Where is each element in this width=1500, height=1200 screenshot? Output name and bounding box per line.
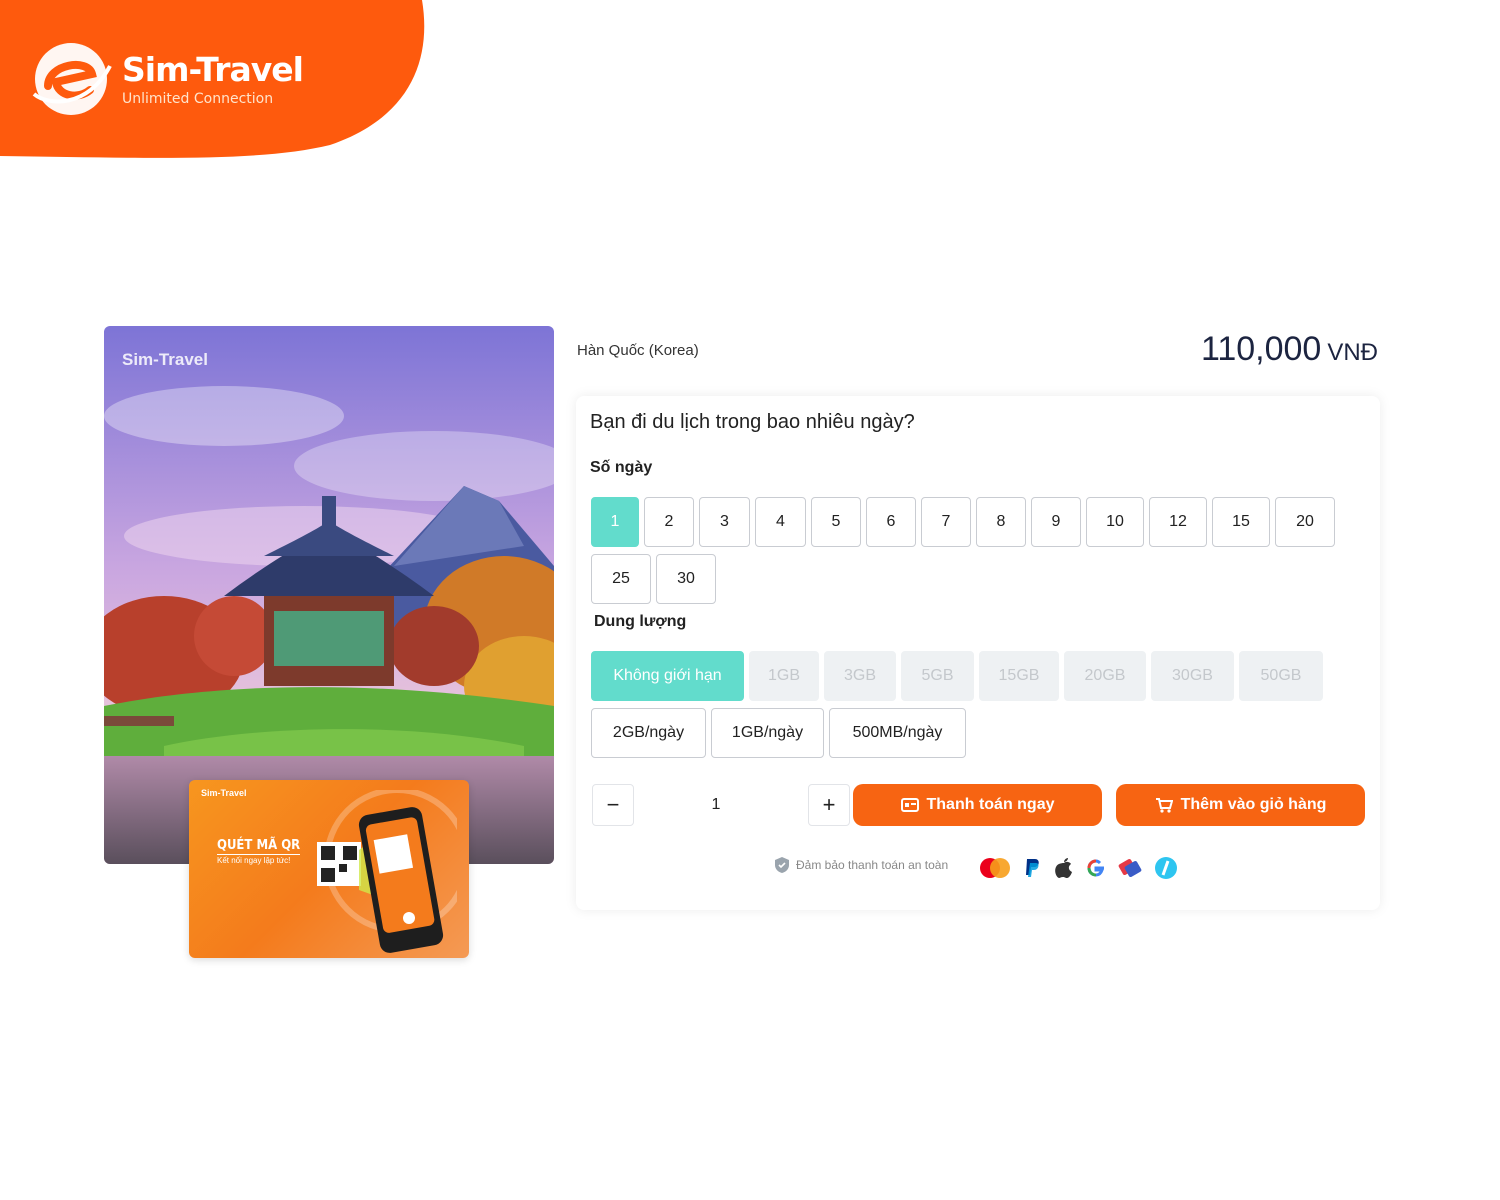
data-option-15gb[interactable]: 15GB (979, 651, 1059, 701)
quantity-decrease-button[interactable]: − (592, 784, 634, 826)
day-option-6[interactable]: 6 (866, 497, 916, 547)
quantity-increase-button[interactable]: + (808, 784, 850, 826)
day-option-12[interactable]: 12 (1149, 497, 1207, 547)
data-option-50gb[interactable]: 50GB (1239, 651, 1323, 701)
day-option-10[interactable]: 10 (1086, 497, 1144, 547)
shield-icon (775, 857, 789, 873)
payment-card-icon (900, 798, 919, 812)
qr-card-subtitle: Kết nối ngay lập tức! (217, 856, 291, 865)
data-option-3gb[interactable]: 3GB (824, 651, 896, 701)
data-option-5gb[interactable]: 5GB (901, 651, 974, 701)
add-to-cart-label: Thêm vào giỏ hàng (1180, 796, 1327, 813)
qr-card-logo: Sim-Travel (201, 788, 247, 798)
day-option-8[interactable]: 8 (976, 497, 1026, 547)
card-icon (1118, 859, 1142, 877)
day-option-30[interactable]: 30 (656, 554, 716, 604)
daily-option-1gb[interactable]: 1GB/ngày (711, 708, 824, 758)
phone-qr-icon (317, 790, 457, 953)
day-option-1[interactable]: 1 (591, 497, 639, 547)
day-option-7[interactable]: 7 (921, 497, 971, 547)
data-option-30gb[interactable]: 30GB (1151, 651, 1234, 701)
google-icon (1087, 859, 1105, 877)
daily-option-500mb[interactable]: 500MB/ngày (829, 708, 966, 758)
price-amount: 110,000 (1200, 330, 1322, 368)
paypal-icon (1026, 859, 1039, 877)
brand-name: Sim-Travel (122, 50, 304, 89)
qr-promo-card: Sim-Travel QUÉT MÃ QR Kết nối ngay lập t… (189, 780, 469, 958)
day-option-9[interactable]: 9 (1031, 497, 1081, 547)
price-currency: VNĐ (1327, 339, 1378, 366)
brand-tagline: Unlimited Connection (122, 91, 274, 107)
data-option-1gb[interactable]: 1GB (749, 651, 819, 701)
quantity-value[interactable]: 1 (686, 796, 746, 814)
hero-watermark-logo: Sim-Travel (122, 350, 208, 370)
day-option-25[interactable]: 25 (591, 554, 651, 604)
add-to-cart-button[interactable]: Thêm vào giỏ hàng (1116, 784, 1365, 826)
day-option-15[interactable]: 15 (1212, 497, 1270, 547)
data-option-unlimited[interactable]: Không giới hạn (591, 651, 744, 701)
secure-payment-notice: Đảm bảo thanh toán an toàn (774, 856, 948, 874)
data-label: Dung lượng (594, 613, 687, 630)
logo-e-icon (32, 43, 112, 115)
product-price: 110,000 VNĐ (1201, 330, 1378, 369)
pay-now-label: Thanh toán ngay (926, 796, 1055, 813)
secure-payment-text: Đảm bảo thanh toán an toàn (796, 858, 949, 872)
mastercard-icon (980, 858, 1010, 878)
daily-option-2gb[interactable]: 2GB/ngày (591, 708, 706, 758)
days-label: Số ngày (590, 459, 653, 476)
product-country: Hàn Quốc (Korea) (577, 342, 699, 359)
cart-icon (1155, 798, 1173, 813)
data-option-20gb[interactable]: 20GB (1064, 651, 1146, 701)
apple-icon (1055, 858, 1072, 878)
brand-logo[interactable]: Sim-Travel Unlimited Connection (28, 36, 304, 122)
pay-now-button[interactable]: Thanh toán ngay (853, 784, 1102, 826)
day-option-4[interactable]: 4 (755, 497, 806, 547)
hero-logo-name: Sim-Travel (122, 350, 208, 369)
day-option-2[interactable]: 2 (644, 497, 694, 547)
day-option-3[interactable]: 3 (699, 497, 750, 547)
trip-duration-question: Bạn đi du lịch trong bao nhiêu ngày? (590, 411, 915, 433)
day-option-20[interactable]: 20 (1275, 497, 1335, 547)
stripe-icon (1155, 857, 1177, 879)
qr-card-title: QUÉT MÃ QR (217, 838, 301, 855)
day-option-5[interactable]: 5 (811, 497, 861, 547)
purchase-panel: Bạn đi du lịch trong bao nhiêu ngày? Số … (576, 396, 1380, 910)
payment-methods (978, 856, 1178, 880)
